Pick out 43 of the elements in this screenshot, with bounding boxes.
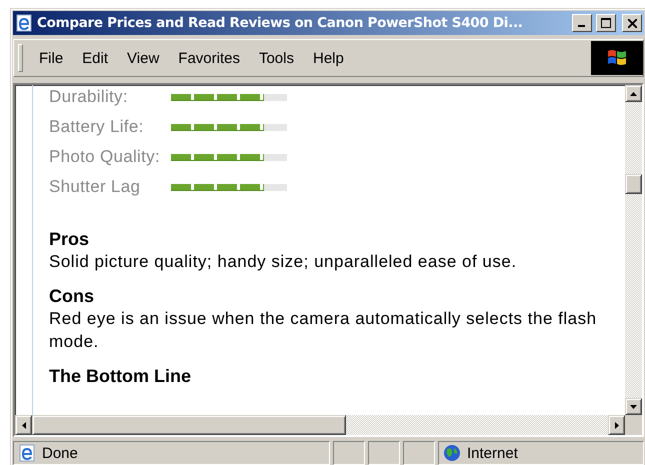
section-heading: Pros	[49, 228, 90, 250]
browser-icon	[15, 14, 33, 32]
vertical-scrollbar[interactable]	[625, 85, 642, 415]
menu-item[interactable]: Edit	[74, 48, 116, 68]
status-pane	[368, 441, 400, 465]
zone-text: Internet	[467, 444, 518, 462]
up-arrow-icon	[630, 92, 637, 96]
section-text: Solid picture quality; handy size; unparalleled ease of use.	[49, 251, 518, 273]
page-icon	[18, 444, 36, 462]
rating-label: Battery Life:	[49, 117, 145, 137]
window-title: Compare Prices and Read Reviews on Canon PowerShot S400 Di...	[37, 15, 524, 31]
status-pane	[403, 441, 435, 465]
menu-item[interactable]: File	[31, 48, 72, 68]
horizontal-scrollbar[interactable]	[15, 415, 625, 435]
menu-item[interactable]: View	[119, 48, 168, 68]
scrollbar-corner	[625, 415, 642, 435]
menu-item[interactable]: Help	[305, 48, 352, 68]
minimize-button[interactable]	[572, 14, 592, 32]
down-arrow-icon	[630, 404, 637, 408]
status-text: Done	[42, 444, 78, 462]
scroll-up-button[interactable]	[625, 85, 642, 102]
rating-label: Shutter Lag	[49, 177, 142, 197]
scroll-down-button[interactable]	[625, 398, 642, 415]
rating-label: Photo Quality:	[49, 147, 161, 167]
section-text: Red eye is an issue when the camera automatically selects the flash mode.	[49, 308, 598, 353]
close-button[interactable]	[622, 14, 642, 32]
maximize-button[interactable]	[596, 14, 616, 32]
scroll-thumb[interactable]	[32, 415, 346, 435]
rating-label: Durability:	[49, 87, 129, 107]
scroll-right-button[interactable]	[608, 415, 625, 435]
maximize-icon	[601, 18, 611, 28]
section-heading: Cons	[49, 285, 95, 307]
scroll-thumb[interactable]	[625, 174, 642, 194]
close-icon	[628, 18, 636, 28]
globe-icon	[443, 444, 461, 462]
scroll-left-button[interactable]	[15, 415, 32, 435]
menu-item[interactable]: Favorites	[170, 48, 248, 68]
right-arrow-icon	[614, 422, 618, 428]
status-pane	[333, 441, 365, 465]
menu-item[interactable]: Tools	[250, 48, 302, 68]
left-arrow-icon	[22, 422, 26, 428]
section-heading: The Bottom Line	[49, 365, 192, 387]
logo-icon	[591, 41, 643, 75]
